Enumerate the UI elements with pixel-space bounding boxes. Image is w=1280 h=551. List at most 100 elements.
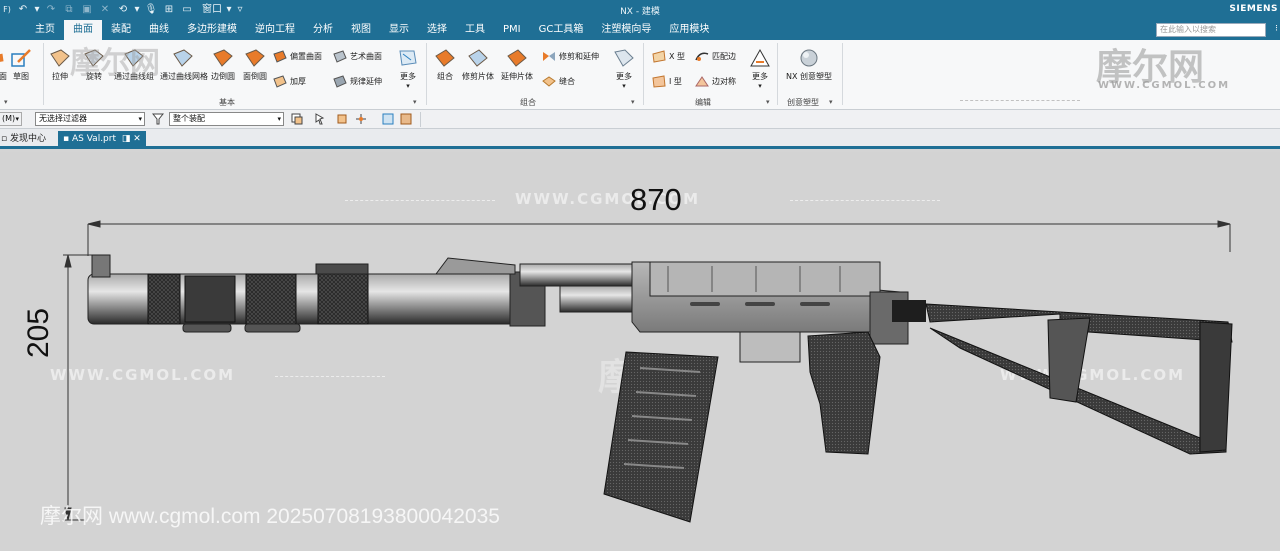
selection-filter-select[interactable]: 无选择过滤器 ▾	[35, 112, 145, 126]
search-input[interactable]: 在此输入以搜索	[1156, 23, 1266, 37]
i-form-button[interactable]: I 型	[652, 75, 682, 88]
tab-1[interactable]: 曲面	[64, 20, 102, 40]
customize-icon[interactable]: ▿	[236, 4, 244, 16]
offset-surface-label: 偏置曲面	[290, 52, 322, 61]
match-edge-icon	[695, 52, 709, 61]
tab-0[interactable]: 主页	[26, 20, 64, 40]
trim-sheet-icon	[468, 49, 488, 67]
tab-9[interactable]: 选择	[418, 20, 456, 40]
x-form-icon	[652, 50, 666, 63]
copy-icon[interactable]: ⧉	[62, 4, 76, 16]
discovery-icon: ▫	[1, 134, 8, 144]
trim-sheet-button[interactable]: 修剪片体	[461, 48, 495, 82]
tab-3[interactable]: 曲线	[140, 20, 178, 40]
through-curve-mesh-button[interactable]: 通过曲线网格	[160, 48, 208, 82]
tab-discovery-center[interactable]: ▫ 发现中心	[0, 131, 51, 147]
tab-active-part-label: AS Val.prt	[71, 134, 116, 144]
magazine	[603, 351, 719, 523]
selection-toolbar: (M) ▾ 无选择过滤器 ▾ 整个装配 ▾	[0, 110, 1280, 129]
extend-sheet-icon	[507, 49, 527, 67]
thicken-icon	[273, 75, 287, 88]
paste-icon[interactable]: ▣	[80, 4, 94, 16]
snap-point-icon[interactable]	[336, 113, 348, 125]
more-label: 更多	[616, 72, 632, 81]
chevron-down-icon: ▾	[138, 115, 142, 123]
tab-2[interactable]: 装配	[102, 20, 140, 40]
x-form-label: X 型	[669, 52, 686, 61]
extend-sheet-button[interactable]: 延伸片体	[500, 48, 534, 82]
selection-scope-value: 整个装配	[173, 114, 205, 123]
dropdown-icon[interactable]: ▾	[34, 4, 40, 16]
tab-14[interactable]: 应用模块	[660, 20, 718, 40]
tab-12[interactable]: GC工具箱	[530, 20, 593, 40]
match-edge-label: 匹配边	[712, 52, 736, 61]
face-blend-button[interactable]: 面倒圆	[241, 48, 269, 82]
tab-11[interactable]: PMI	[494, 20, 530, 40]
tab-13[interactable]: 注塑模向导	[592, 20, 660, 40]
select-all-icon[interactable]	[315, 113, 327, 125]
title-bar: F) ↶ ▾ ↷ ⧉ ▣ ✕ ⟲ ▾ 🎙 ⊞ ▭ 窗口 ▾ ▿ NX - 建模 …	[0, 0, 1280, 20]
offset-surface-button[interactable]: 偏置曲面	[273, 50, 322, 63]
graphics-viewport[interactable]: WWW.CGMOL.COM WWW.CGMOL.COM WWW.CGMOL.CO…	[0, 152, 1280, 551]
view-icon[interactable]	[382, 113, 394, 125]
more-label: 更多	[400, 72, 416, 81]
delete-icon[interactable]: ✕	[98, 4, 112, 16]
edge-blend-button[interactable]: 边倒圆	[209, 48, 237, 82]
window-icon[interactable]: ▭	[180, 4, 194, 16]
nx-realize-shape-button[interactable]: NX 创意塑型	[785, 48, 833, 82]
ribbon-watermark-url: WWW.CGMOL.COM	[1098, 80, 1231, 91]
x-form-button[interactable]: X 型	[652, 50, 685, 63]
point-icon[interactable]	[355, 113, 367, 125]
more-button-edit[interactable]: 更多 ▾	[749, 48, 771, 90]
tab-10[interactable]: 工具	[456, 20, 494, 40]
face-blend-label: 面倒圆	[243, 72, 267, 81]
tab-4[interactable]: 多边形建模	[178, 20, 246, 40]
edge-blend-icon	[213, 49, 233, 67]
more-label: 更多	[752, 72, 768, 81]
quick-access-toolbar: F) ↶ ▾ ↷ ⧉ ▣ ✕ ⟲ ▾ 🎙 ⊞ ▭ 窗口 ▾ ▿	[0, 0, 244, 20]
more-button-combine[interactable]: 更多 ▾	[613, 48, 635, 90]
match-edge-button[interactable]: 匹配边	[695, 50, 736, 63]
undo-icon[interactable]: ↶	[16, 4, 30, 16]
help-icon[interactable]: ⁝	[1275, 24, 1278, 34]
tab-8[interactable]: 显示	[380, 20, 418, 40]
footer-watermark: 摩尔网 www.cgmol.com 20250708193800042035	[40, 505, 500, 528]
ribbon-face-button[interactable]: 面	[0, 48, 10, 82]
window-menu[interactable]: 窗口	[202, 4, 222, 16]
shade-icon[interactable]	[400, 113, 412, 125]
trim-sheet-label: 修剪片体	[462, 72, 494, 81]
trim-extend-button[interactable]: 修剪和延伸	[542, 50, 599, 63]
repeat-icon[interactable]: ⟲	[116, 4, 130, 16]
front-sight	[91, 254, 111, 278]
close-icon[interactable]: ✕	[133, 134, 141, 144]
more-button-basic[interactable]: 更多 ▾	[397, 48, 419, 90]
redo-icon[interactable]: ↷	[44, 4, 58, 16]
edge-symmetry-button[interactable]: 边对称	[695, 75, 736, 88]
through-curve-mesh-icon	[173, 49, 193, 67]
unite-button[interactable]: 组合	[434, 48, 456, 82]
selection-scope-select[interactable]: 整个装配 ▾	[169, 112, 284, 126]
tab-7[interactable]: 视图	[342, 20, 380, 40]
law-extension-button[interactable]: 规律延伸	[333, 75, 382, 88]
extrude-button[interactable]: 拉伸	[48, 48, 72, 82]
studio-surface-button[interactable]: 艺术曲面	[333, 50, 382, 63]
trim-extend-label: 修剪和延伸	[559, 52, 599, 61]
dimension-length-label: 870	[630, 182, 682, 217]
i-form-label: I 型	[669, 77, 682, 86]
menu-dropdown[interactable]: (M) ▾	[0, 112, 22, 126]
window-switch-icon[interactable]: ⊞	[162, 4, 176, 16]
sketch-button[interactable]: 草图	[10, 48, 32, 82]
ribbon-watermark-logo-left: 摩尔网	[70, 46, 160, 81]
thicken-button[interactable]: 加厚	[273, 75, 306, 88]
microphone-icon[interactable]: 🎙	[144, 4, 158, 16]
tab-5[interactable]: 逆向工程	[246, 20, 304, 40]
group-label-combine: 组合	[520, 98, 536, 107]
tab-6[interactable]: 分析	[304, 20, 342, 40]
dropdown-icon[interactable]: ▾	[134, 4, 140, 16]
sew-button[interactable]: 缝合	[542, 75, 575, 88]
dropdown-icon[interactable]: ▾	[226, 4, 232, 16]
type-filter-icon[interactable]	[291, 113, 303, 125]
menu-indicator[interactable]: F)	[2, 4, 12, 16]
tab-active-part[interactable]: ▪ AS Val.prt ◨ ✕	[58, 131, 146, 147]
filter-icon[interactable]	[152, 113, 164, 125]
